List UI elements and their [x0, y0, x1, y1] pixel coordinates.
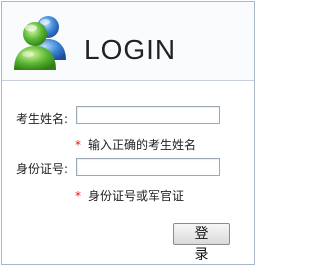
id-label: 身份证号: [16, 162, 69, 176]
required-marker: * [75, 189, 81, 203]
users-icon [14, 16, 66, 70]
required-marker: * [75, 138, 81, 152]
name-label: 考生姓名: [16, 112, 69, 126]
login-header: LOGIN [2, 2, 254, 81]
name-input[interactable] [76, 106, 220, 124]
login-panel: LOGIN 考生姓名: * 输入正确的考生姓名 身份证号: * 身份证号或军官证 登… [1, 1, 255, 265]
name-hint: * 输入正确的考生姓名 [75, 137, 196, 153]
id-number-input[interactable] [76, 158, 220, 176]
id-hint-text: 身份证号或军官证 [88, 189, 185, 203]
login-title: LOGIN [84, 34, 177, 65]
name-hint-text: 输入正确的考生姓名 [88, 138, 197, 152]
id-hint: * 身份证号或军官证 [75, 188, 184, 204]
login-button[interactable]: 登 录 [173, 223, 230, 263]
